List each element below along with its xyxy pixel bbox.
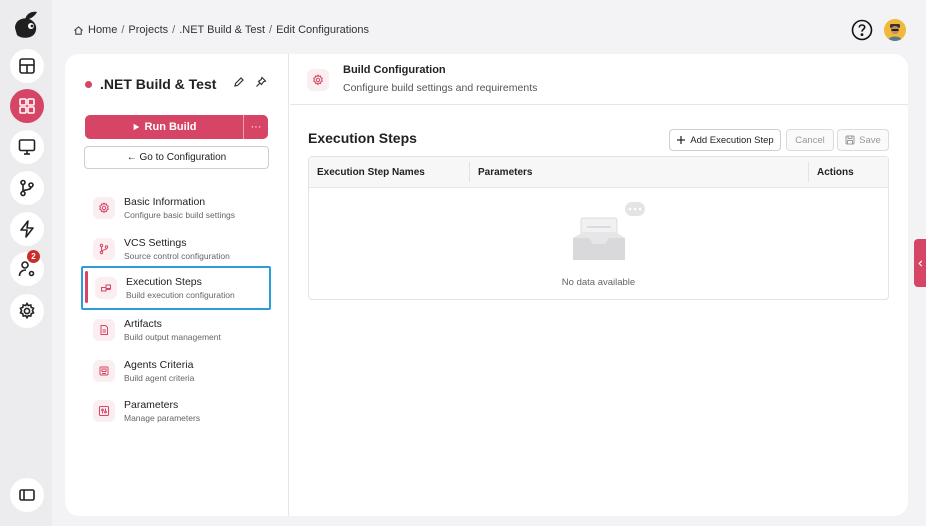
nav-item-agents-criteria[interactable]: Agents Criteria Build agent criteria [81,351,271,391]
rail-monitor-button[interactable] [10,130,44,164]
gear-icon [93,197,115,219]
breadcrumb-separator: / [172,24,176,36]
execution-steps-table: Execution Step Names Parameters Actions … [308,156,889,300]
grid-icon [19,98,35,114]
branch-icon [93,238,115,260]
nav-sublabel: Build agent criteria [124,373,195,383]
empty-inbox-icon [573,202,645,260]
run-build-button[interactable]: Run Build [85,115,243,139]
edit-icon[interactable] [233,76,245,88]
breadcrumb-separator: / [269,24,273,36]
rail-users-button[interactable]: 2 [10,250,44,286]
sidebar-toggle-icon [19,489,35,501]
avatar[interactable] [884,19,906,41]
empty-state-text: No data available [561,277,636,288]
agent-icon [93,360,115,382]
rail-dashboard-button[interactable] [10,49,44,83]
column-header-parameters[interactable]: Parameters [469,162,532,182]
monitor-icon [18,139,36,155]
lightning-icon [20,220,34,238]
rail-triggers-button[interactable] [10,212,44,246]
config-sidebar: .NET Build & Test Run Build ··· ← Go to … [65,54,289,516]
home-icon[interactable] [73,25,84,36]
project-title-text: .NET Build & Test [100,76,217,92]
steps-icon [95,277,117,299]
app-logo-icon[interactable] [11,8,41,40]
help-icon[interactable] [851,19,873,41]
breadcrumb-projects[interactable]: Projects [128,24,168,36]
column-header-actions[interactable]: Actions [808,162,854,182]
nav-item-vcs-settings[interactable]: VCS Settings Source control configuratio… [81,229,271,269]
table-layout-icon [19,58,35,74]
nav-label: VCS Settings [124,237,187,249]
save-button[interactable]: Save [837,129,889,151]
breadcrumb-separator: / [121,24,125,36]
cancel-button[interactable]: Cancel [786,129,834,151]
side-panel-toggle[interactable] [914,239,926,287]
breadcrumb: Home / Projects / .NET Build & Test / Ed… [73,24,369,36]
rail-vcs-button[interactable] [10,171,44,205]
gear-icon [307,69,329,91]
column-header-names[interactable]: Execution Step Names [317,157,425,188]
run-more-button[interactable]: ··· [243,115,268,139]
rail-settings-button[interactable] [10,294,44,328]
content-header: Build Configuration Configure build sett… [290,54,908,105]
nav-label: Agents Criteria [124,359,194,371]
gear-icon [19,301,35,320]
notification-badge: 2 [27,250,40,263]
add-execution-step-button[interactable]: Add Execution Step [669,129,781,151]
icon-rail: 2 [0,0,52,526]
plus-icon [677,136,686,144]
nav-sublabel: Build execution configuration [126,290,235,300]
title-tools [233,76,267,88]
breadcrumb-home[interactable]: Home [88,24,117,36]
header-subtitle: Configure build settings and requirement… [343,82,538,94]
header-title: Build Configuration [343,64,446,76]
add-execution-step-label: Add Execution Step [690,134,774,146]
file-icon [93,319,115,341]
nav-item-artifacts[interactable]: Artifacts Build output management [81,310,271,350]
nav-sublabel: Manage parameters [124,413,201,423]
config-card: .NET Build & Test Run Build ··· ← Go to … [65,54,908,516]
breadcrumb-current: Edit Configurations [276,24,370,36]
pin-icon[interactable] [255,76,267,88]
play-icon [133,123,139,131]
rail-collapse-button[interactable] [10,478,44,512]
params-icon [93,400,115,422]
user-avatar-icon [884,19,906,41]
save-label: Save [859,134,881,146]
nav-label: Execution Steps [126,276,202,288]
nav-item-execution-steps[interactable]: Execution Steps Build execution configur… [81,266,271,310]
nav-item-basic-information[interactable]: Basic Information Configure basic build … [81,188,271,228]
nav-label: Artifacts [124,318,162,330]
breadcrumb-project[interactable]: .NET Build & Test [179,24,265,36]
nav-sublabel: Source control configuration [124,251,230,261]
goto-configuration-button[interactable]: ← Go to Configuration [84,146,269,169]
git-branch-icon [20,179,34,197]
nav-sublabel: Configure basic build settings [124,210,236,220]
nav-sublabel: Build output management [124,332,221,342]
rail-projects-button[interactable] [10,89,44,123]
section-title: Execution Steps [308,130,417,146]
nav-label: Parameters [124,399,179,411]
run-build-button-group: Run Build ··· [85,115,268,139]
project-title: .NET Build & Test [85,76,216,92]
nav-label: Basic Information [124,196,206,208]
chevron-left-icon [917,259,922,267]
table-header: Execution Step Names Parameters Actions [309,157,888,188]
run-build-label: Run Build [144,121,197,133]
status-dot [85,80,92,88]
save-icon [845,135,855,145]
nav-item-parameters[interactable]: Parameters Manage parameters [81,391,271,431]
